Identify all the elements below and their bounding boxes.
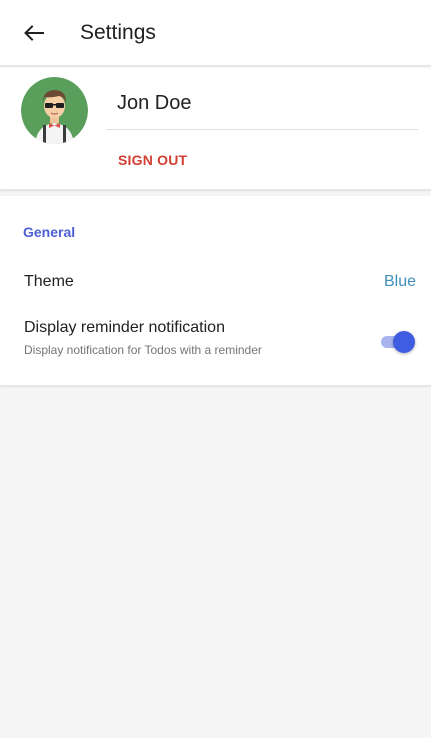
arrow-left-icon	[24, 24, 44, 41]
avatar[interactable]	[21, 77, 88, 144]
reminder-toggle[interactable]	[381, 331, 415, 353]
toggle-thumb	[393, 331, 415, 353]
account-section: Jon Doe SIGN OUT	[0, 66, 431, 190]
reminder-title: Display reminder notification	[24, 319, 225, 336]
theme-label: Theme	[24, 273, 74, 290]
general-section: General Theme Blue Display reminder noti…	[0, 196, 431, 386]
divider	[106, 129, 418, 130]
reminder-setting-row: Display reminder notification Display no…	[0, 316, 431, 366]
back-button[interactable]	[6, 0, 62, 66]
theme-value: Blue	[383, 273, 416, 290]
section-header-general: General	[23, 224, 76, 240]
settings-screen: Settings Jon Doe SIGN OUT General Theme …	[0, 0, 431, 738]
reminder-subtitle: Display notification for Todos with a re…	[24, 343, 262, 357]
page-title: Settings	[80, 20, 156, 44]
toolbar: Settings	[0, 0, 431, 66]
theme-setting-row[interactable]: Theme Blue	[0, 262, 431, 304]
user-avatar-icon	[21, 77, 88, 144]
user-name: Jon Doe	[117, 92, 192, 114]
sign-out-button[interactable]: SIGN OUT	[118, 152, 187, 168]
